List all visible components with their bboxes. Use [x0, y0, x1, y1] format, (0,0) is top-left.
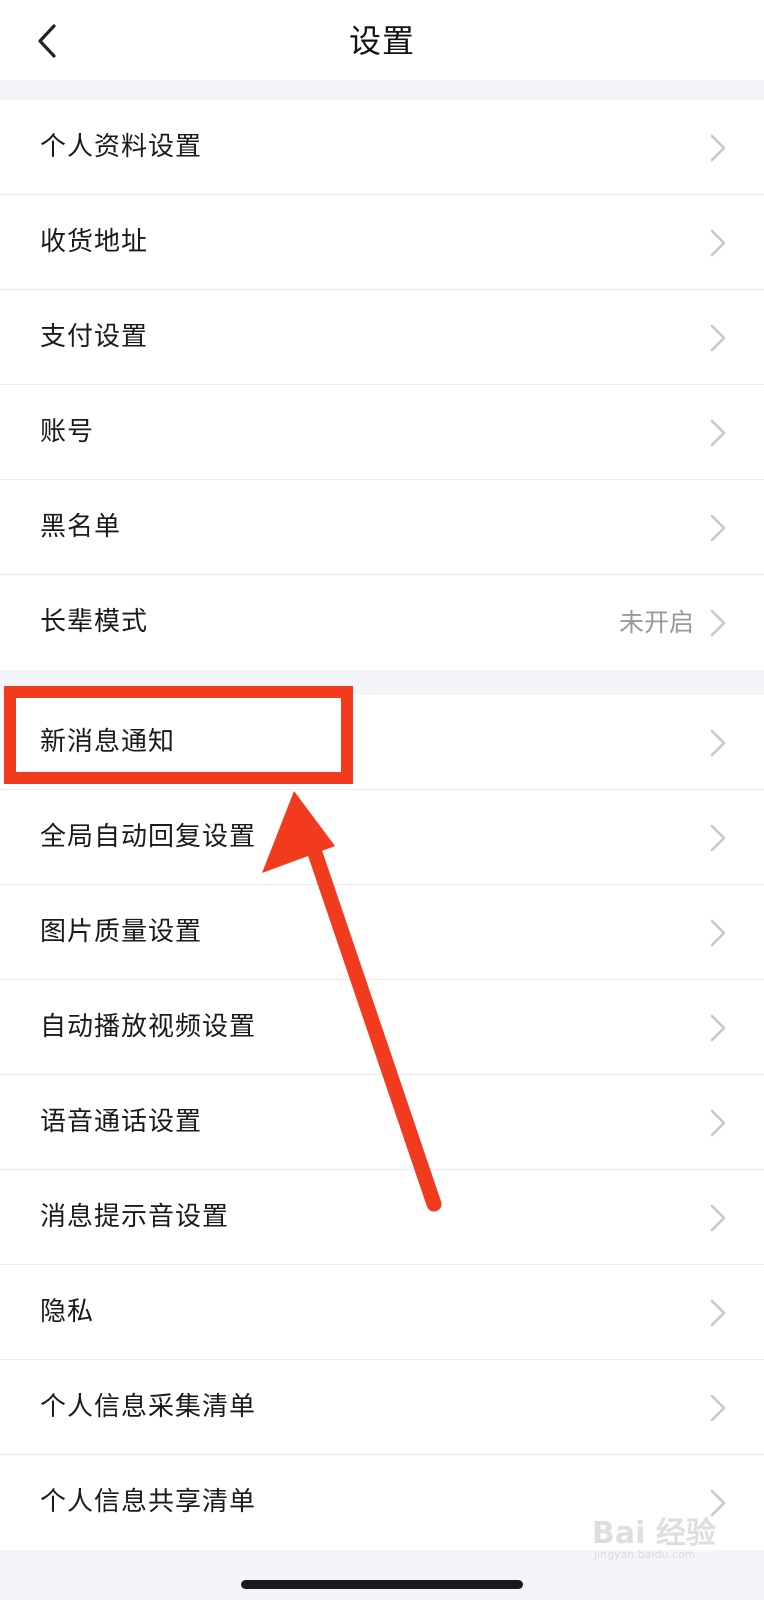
row-label: 个人信息采集清单 [40, 1392, 257, 1422]
chevron-right-icon [710, 1109, 726, 1137]
row-label: 长辈模式 [40, 607, 149, 637]
row-label: 图片质量设置 [40, 917, 203, 947]
settings-group-account: 个人资料设置 收货地址 支付设置 账号 黑名单 长辈模式 未开启 [0, 100, 764, 670]
settings-row-shipping-address[interactable]: 收货地址 [0, 195, 764, 290]
settings-row-new-message-notification[interactable]: 新消息通知 [0, 695, 764, 790]
settings-row-account[interactable]: 账号 [0, 385, 764, 480]
chevron-right-icon [710, 1014, 726, 1042]
chevron-right-icon [710, 229, 726, 257]
chevron-right-icon [710, 919, 726, 947]
row-label: 支付设置 [40, 322, 149, 352]
settings-row-autoplay-video[interactable]: 自动播放视频设置 [0, 980, 764, 1075]
elder-mode-status: 未开启 [618, 608, 694, 637]
settings-row-payment[interactable]: 支付设置 [0, 290, 764, 385]
row-label: 收货地址 [40, 227, 149, 257]
page-title: 设置 [348, 22, 415, 60]
chevron-right-icon [710, 824, 726, 852]
chevron-right-icon [710, 324, 726, 352]
settings-row-auto-reply[interactable]: 全局自动回复设置 [0, 790, 764, 885]
row-label: 消息提示音设置 [40, 1202, 230, 1232]
row-label: 全局自动回复设置 [40, 822, 257, 852]
row-label: 个人资料设置 [40, 132, 203, 162]
settings-row-voice-call[interactable]: 语音通话设置 [0, 1075, 764, 1170]
settings-row-message-sound[interactable]: 消息提示音设置 [0, 1170, 764, 1265]
row-label: 自动播放视频设置 [40, 1012, 257, 1042]
settings-row-blacklist[interactable]: 黑名单 [0, 480, 764, 575]
settings-group-general: 新消息通知 全局自动回复设置 图片质量设置 自动播放视频设置 语音通话设置 消息… [0, 695, 764, 1550]
settings-row-elder-mode[interactable]: 长辈模式 未开启 [0, 575, 764, 670]
settings-row-profile[interactable]: 个人资料设置 [0, 100, 764, 195]
row-label: 黑名单 [40, 512, 122, 542]
row-label: 账号 [40, 417, 95, 447]
row-label: 个人信息共享清单 [40, 1487, 257, 1517]
row-label: 隐私 [40, 1297, 95, 1327]
settings-row-privacy[interactable]: 隐私 [0, 1265, 764, 1360]
chevron-right-icon [710, 134, 726, 162]
chevron-right-icon [710, 1299, 726, 1327]
row-label: 新消息通知 [40, 727, 176, 757]
chevron-right-icon [710, 514, 726, 542]
settings-row-info-collection-list[interactable]: 个人信息采集清单 [0, 1360, 764, 1455]
chevron-right-icon [710, 729, 726, 757]
chevron-right-icon [710, 1394, 726, 1422]
chevron-right-icon [710, 419, 726, 447]
chevron-right-icon [710, 609, 726, 637]
home-indicator [241, 1580, 523, 1589]
row-label: 语音通话设置 [40, 1107, 203, 1137]
settings-row-info-sharing-list[interactable]: 个人信息共享清单 [0, 1455, 764, 1550]
settings-row-image-quality[interactable]: 图片质量设置 [0, 885, 764, 980]
chevron-right-icon [710, 1204, 726, 1232]
chevron-right-icon [710, 1489, 726, 1517]
nav-bar: 设置 [0, 0, 764, 80]
